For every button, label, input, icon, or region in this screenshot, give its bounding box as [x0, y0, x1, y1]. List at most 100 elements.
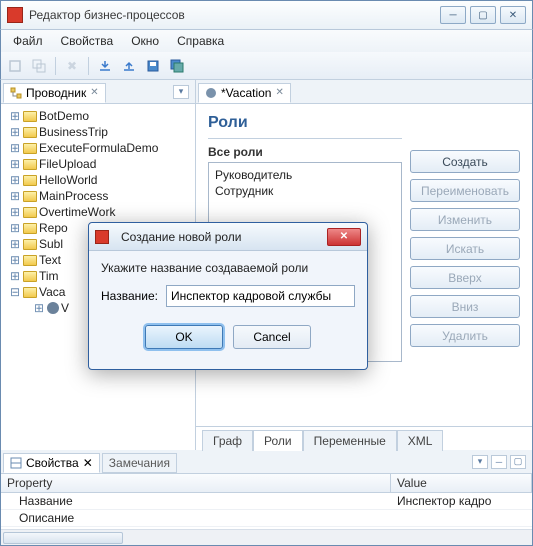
expand-icon[interactable]: ⊞ — [9, 253, 21, 267]
expand-icon[interactable]: ⊞ — [9, 205, 21, 219]
roles-heading: Роли — [208, 114, 402, 139]
expand-icon[interactable]: ⊞ — [9, 237, 21, 251]
properties-grid[interactable]: Property Value Название Инспектор кадро … — [1, 474, 532, 529]
toolbar-separator — [88, 57, 89, 75]
expand-icon[interactable]: ⊞ — [9, 109, 21, 123]
folder-icon — [23, 175, 37, 186]
tab-variables[interactable]: Переменные — [303, 430, 397, 451]
menu-help[interactable]: Справка — [169, 32, 232, 50]
minimize-view-icon[interactable]: ─ — [491, 455, 507, 469]
tree-item-label: V — [61, 301, 69, 315]
tab-roles[interactable]: Роли — [253, 430, 303, 451]
maximize-button[interactable]: ▢ — [470, 6, 496, 24]
tree-item-label: BusinessTrip — [39, 125, 108, 139]
cell-value[interactable] — [391, 510, 532, 526]
horizontal-scrollbar[interactable] — [1, 529, 532, 545]
close-icon[interactable]: ✕ — [83, 456, 93, 470]
tree-item-label: FileUpload — [39, 157, 96, 171]
window-titlebar[interactable]: Редактор бизнес-процессов ─ ▢ ✕ — [0, 0, 533, 30]
role-item[interactable]: Сотрудник — [215, 183, 395, 199]
tab-graph[interactable]: Граф — [202, 430, 253, 451]
tree-item[interactable]: ⊞ BotDemo — [3, 108, 193, 124]
folder-icon — [23, 287, 37, 298]
close-button[interactable]: ✕ — [500, 6, 526, 24]
folder-icon — [23, 271, 37, 282]
import-icon[interactable] — [95, 56, 115, 76]
tab-xml[interactable]: XML — [397, 430, 444, 451]
tree-item[interactable]: ⊞ MainProcess — [3, 188, 193, 204]
cell-property: Описание — [1, 510, 391, 526]
role-item[interactable]: Руководитель — [215, 167, 395, 183]
expand-icon[interactable]: ⊞ — [9, 269, 21, 283]
folder-icon — [23, 143, 37, 154]
minimize-button[interactable]: ─ — [440, 6, 466, 24]
cell-value[interactable]: Инспектор кадро — [391, 493, 532, 509]
tree-item-label: BotDemo — [39, 109, 89, 123]
expand-icon[interactable]: ⊞ — [9, 157, 21, 171]
menu-file[interactable]: Файл — [5, 32, 51, 50]
dialog-title: Создание новой роли — [121, 230, 321, 244]
folder-icon — [23, 111, 37, 122]
role-name-input[interactable] — [166, 285, 355, 307]
edit-button[interactable]: Изменить — [410, 208, 520, 231]
maximize-view-icon[interactable]: ▢ — [510, 455, 526, 469]
new-icon[interactable] — [5, 56, 25, 76]
tree-item-label: Vaca — [39, 285, 65, 299]
view-menu-icon[interactable]: ▾ — [472, 455, 488, 469]
save-all-icon[interactable] — [167, 56, 187, 76]
tree-item[interactable]: ⊞ FileUpload — [3, 156, 193, 172]
dialog-close-button[interactable]: ✕ — [327, 228, 361, 246]
copy-icon[interactable] — [29, 56, 49, 76]
tree-item-label: OvertimeWork — [39, 205, 115, 219]
expand-icon[interactable]: ⊞ — [9, 189, 21, 203]
menu-properties[interactable]: Свойства — [53, 32, 122, 50]
up-button[interactable]: Вверх — [410, 266, 520, 289]
tree-item[interactable]: ⊞ HelloWorld — [3, 172, 193, 188]
expand-icon[interactable]: ⊞ — [9, 173, 21, 187]
close-icon[interactable]: ✕ — [90, 87, 98, 98]
tree-icon — [10, 87, 22, 99]
delete-button[interactable]: Удалить — [410, 324, 520, 347]
tab-notes[interactable]: Замечания — [102, 453, 177, 473]
menu-window[interactable]: Окно — [123, 32, 167, 50]
scrollbar-thumb[interactable] — [3, 532, 123, 544]
tree-item-label: HelloWorld — [39, 173, 97, 187]
save-icon[interactable] — [143, 56, 163, 76]
app-icon — [95, 230, 109, 244]
tree-item-label: Text — [39, 253, 61, 267]
expand-icon[interactable]: ⊞ — [9, 221, 21, 235]
create-role-dialog: Создание новой роли ✕ Укажите название с… — [88, 222, 368, 370]
create-button[interactable]: Создать — [410, 150, 520, 173]
cancel-button[interactable]: Cancel — [233, 325, 311, 349]
ok-button[interactable]: OK — [145, 325, 223, 349]
grid-row[interactable]: Название Инспектор кадро — [1, 493, 532, 510]
tab-properties[interactable]: Свойства ✕ — [3, 453, 100, 473]
folder-icon — [23, 159, 37, 170]
toolbar-separator — [55, 57, 56, 75]
editor-subtabs: Граф Роли Переменные XML — [196, 426, 532, 450]
tree-item[interactable]: ⊞ExecuteFormulaDemo — [3, 140, 193, 156]
col-value[interactable]: Value — [391, 474, 532, 492]
tree-item-label: MainProcess — [39, 189, 108, 203]
tree-item-label: Tim — [39, 269, 59, 283]
folder-icon — [23, 191, 37, 202]
expand-icon[interactable]: ⊞ — [9, 125, 21, 139]
editor-tab-vacation[interactable]: *Vacation ✕ — [198, 83, 291, 103]
expand-icon[interactable]: ⊞ — [9, 141, 21, 155]
expand-icon[interactable]: ⊞ — [33, 301, 45, 315]
tree-item[interactable]: ⊞ OvertimeWork — [3, 204, 193, 220]
down-button[interactable]: Вниз — [410, 295, 520, 318]
rename-button[interactable]: Переименовать — [410, 179, 520, 202]
menubar: Файл Свойства Окно Справка — [0, 30, 533, 52]
grid-row[interactable]: Описание — [1, 510, 532, 527]
dialog-titlebar[interactable]: Создание новой роли ✕ — [89, 223, 367, 251]
search-button[interactable]: Искать — [410, 237, 520, 260]
export-icon[interactable] — [119, 56, 139, 76]
col-property[interactable]: Property — [1, 474, 391, 492]
view-menu-icon[interactable]: ▾ — [173, 85, 189, 99]
explorer-tab[interactable]: Проводник ✕ — [3, 83, 106, 103]
delete-icon[interactable]: ✖ — [62, 56, 82, 76]
collapse-icon[interactable]: ⊟ — [9, 285, 21, 299]
tree-item[interactable]: ⊞ BusinessTrip — [3, 124, 193, 140]
close-icon[interactable]: ✕ — [275, 87, 283, 98]
